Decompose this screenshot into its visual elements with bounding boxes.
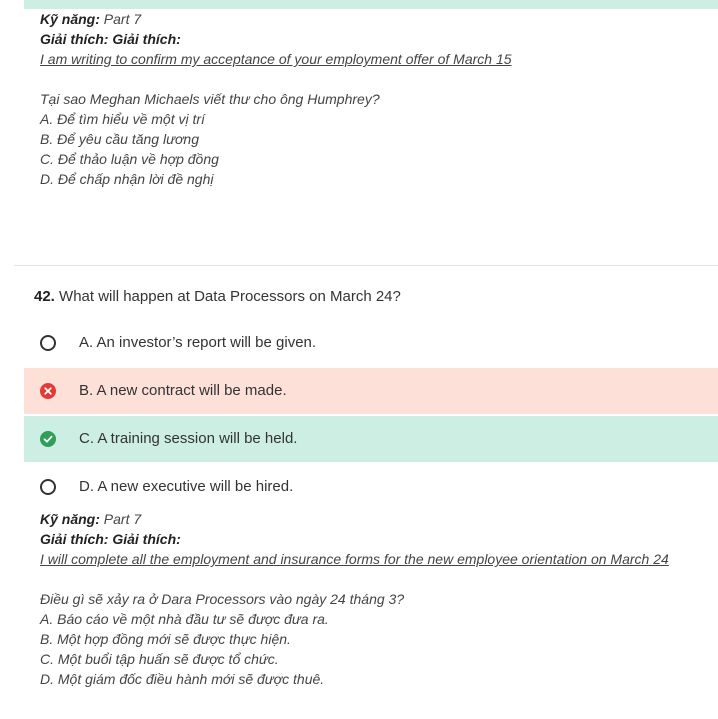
- explain-line: Giải thích: Giải thích:: [40, 29, 512, 49]
- question-explanation: Kỹ năng: Part 7 Giải thích: Giải thích: …: [40, 509, 669, 689]
- translated-option-a: A. Báo cáo về một nhà đầu tư sẽ được đưa…: [40, 611, 329, 627]
- skill-value: Part 7: [103, 511, 142, 527]
- explain-quote: I am writing to confirm my acceptance of…: [40, 51, 512, 67]
- explain-line: Giải thích: Giải thích:: [40, 529, 669, 549]
- option-a[interactable]: A. An investor’s report will be given.: [24, 320, 718, 366]
- translated-option-b: B. Một hợp đồng mới sẽ được thực hiện.: [40, 631, 291, 647]
- translated-option-c: C. Để thảo luận về hợp đồng: [40, 151, 219, 167]
- question-divider: [14, 265, 718, 266]
- translated-question: Tại sao Meghan Michaels viết thư cho ông…: [40, 91, 380, 107]
- translated-option-d: D. Để chấp nhận lời đề nghị: [40, 171, 214, 187]
- wrong-x-icon: [40, 383, 56, 399]
- question-number: 42.: [34, 288, 55, 305]
- option-b-label: B. A new contract will be made.: [79, 382, 287, 399]
- skill-line: Kỹ năng: Part 7: [40, 509, 669, 529]
- skill-label: Kỹ năng:: [40, 11, 100, 27]
- translated-option-c: C. Một buổi tập huấn sẽ được tổ chức.: [40, 651, 279, 667]
- explain-label: Giải thích: Giải thích:: [40, 531, 181, 547]
- translated-option-a: A. Để tìm hiểu về một vị trí: [40, 111, 205, 127]
- translated-question: Điều gì sẽ xảy ra ở Dara Processors vào …: [40, 591, 405, 607]
- option-d-label: D. A new executive will be hired.: [79, 478, 294, 495]
- correct-check-icon: [40, 431, 56, 447]
- previous-explanation: Kỹ năng: Part 7 Giải thích: Giải thích: …: [40, 9, 512, 189]
- radio-empty-icon[interactable]: [40, 335, 56, 351]
- option-b[interactable]: B. A new contract will be made.: [24, 368, 718, 414]
- question-title: 42. What will happen at Data Processors …: [34, 287, 401, 307]
- question-text: What will happen at Data Processors on M…: [59, 288, 401, 305]
- translated-option-d: D. Một giám đốc điều hành mới sẽ được th…: [40, 671, 325, 687]
- option-c-label: C. A training session will be held.: [79, 430, 298, 447]
- option-a-label: A. An investor’s report will be given.: [79, 334, 317, 351]
- option-d[interactable]: D. A new executive will be hired.: [24, 464, 718, 510]
- explain-quote: I will complete all the employment and i…: [40, 551, 669, 567]
- skill-value: Part 7: [103, 11, 142, 27]
- skill-label: Kỹ năng:: [40, 511, 100, 527]
- option-c[interactable]: C. A training session will be held.: [24, 416, 718, 462]
- previous-correct-option-strip: [24, 0, 718, 9]
- radio-empty-icon[interactable]: [40, 479, 56, 495]
- explain-label: Giải thích: Giải thích:: [40, 31, 181, 47]
- translated-option-b: B. Để yêu cầu tăng lương: [40, 131, 199, 147]
- skill-line: Kỹ năng: Part 7: [40, 9, 512, 29]
